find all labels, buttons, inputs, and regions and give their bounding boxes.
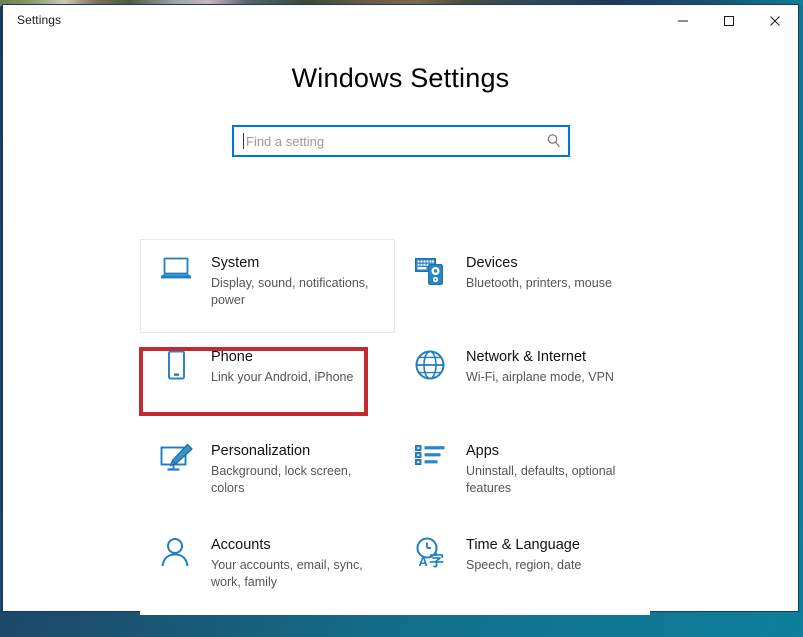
tile-apps[interactable]: Apps Uninstall, defaults, optional featu…	[395, 427, 650, 521]
tile-icon-wrap	[159, 536, 211, 614]
tile-title: System	[211, 255, 260, 271]
tile-description: Background, lock screen, colors	[211, 464, 352, 495]
svg-text:A: A	[419, 554, 429, 569]
tile-icon-wrap: A 字	[414, 536, 466, 614]
tile-text: Personalization Background, lock screen,…	[211, 442, 384, 520]
phone-icon	[168, 350, 185, 380]
close-button[interactable]	[752, 5, 798, 36]
window-caption-buttons	[660, 5, 798, 36]
tile-description: Link your Android, iPhone	[211, 370, 354, 384]
tile-accounts[interactable]: Accounts Your accounts, email, sync, wor…	[140, 521, 395, 615]
tile-text: Time & Language Speech, region, date	[466, 536, 639, 614]
monitor-brush-icon	[160, 443, 193, 471]
tile-text: Accounts Your accounts, email, sync, wor…	[211, 536, 384, 614]
window-title: Settings	[17, 13, 62, 27]
tile-icon-wrap	[159, 348, 211, 426]
globe-icon	[415, 350, 445, 380]
laptop-icon	[161, 257, 191, 279]
tile-network-internet[interactable]: Network & Internet Wi-Fi, airplane mode,…	[395, 333, 650, 427]
tile-description: Uninstall, defaults, optional features	[466, 464, 616, 495]
person-icon	[161, 538, 189, 567]
keyboard-mouse-icon	[415, 258, 443, 285]
tile-phone[interactable]: Phone Link your Android, iPhone	[140, 333, 395, 427]
tile-text: System Display, sound, notifications, po…	[211, 254, 384, 332]
tile-description: Display, sound, notifications, power	[211, 276, 369, 307]
tile-title: Personalization	[211, 443, 311, 459]
maximize-icon	[724, 15, 734, 26]
tile-title: Network & Internet	[466, 349, 587, 365]
minimize-icon	[678, 20, 688, 21]
tile-row: Accounts Your accounts, email, sync, wor…	[140, 521, 660, 615]
clock-language-icon: A 字	[416, 537, 444, 570]
settings-window: Settings Windows Settings Find a setting…	[2, 4, 799, 615]
svg-text:字: 字	[429, 552, 444, 570]
tile-title: Phone	[211, 349, 253, 365]
search-button[interactable]	[540, 133, 568, 149]
search-input[interactable]	[244, 128, 540, 154]
tile-text: Devices Bluetooth, printers, mouse	[466, 254, 639, 332]
tile-icon-wrap	[414, 254, 466, 332]
tile-description: Speech, region, date	[466, 558, 582, 572]
settings-content: Windows Settings Find a setting System D…	[3, 37, 798, 615]
page-title: Windows Settings	[291, 63, 510, 93]
tile-icon-wrap	[159, 442, 211, 520]
tile-description: Bluetooth, printers, mouse	[466, 276, 612, 290]
tile-system[interactable]: System Display, sound, notifications, po…	[140, 239, 395, 333]
tile-text: Network & Internet Wi-Fi, airplane mode,…	[466, 348, 639, 426]
tile-description: Your accounts, email, sync, work, family	[211, 558, 363, 589]
tile-row: Personalization Background, lock screen,…	[140, 427, 660, 521]
tile-row: Phone Link your Android, iPhone Network …	[140, 333, 660, 427]
maximize-button[interactable]	[706, 5, 752, 36]
tile-title: Time & Language	[466, 537, 580, 553]
tile-title: Accounts	[211, 537, 271, 553]
tile-icon-wrap	[159, 254, 211, 332]
search-box[interactable]	[232, 125, 570, 157]
tile-devices[interactable]: Devices Bluetooth, printers, mouse	[395, 239, 650, 333]
tile-icon-wrap	[414, 442, 466, 520]
close-icon	[770, 15, 780, 26]
tile-text: Apps Uninstall, defaults, optional featu…	[466, 442, 639, 520]
tile-text: Phone Link your Android, iPhone	[211, 348, 384, 426]
tile-time-language[interactable]: A 字 Time & Language Speech, region, date	[395, 521, 650, 615]
tile-description: Wi-Fi, airplane mode, VPN	[466, 370, 614, 384]
tile-title: Apps	[466, 443, 500, 459]
search-icon	[547, 134, 560, 148]
settings-tile-grid: System Display, sound, notifications, po…	[140, 239, 660, 615]
tile-icon-wrap	[414, 348, 466, 426]
minimize-button[interactable]	[660, 5, 706, 36]
window-titlebar[interactable]: Settings	[3, 5, 798, 37]
tile-personalization[interactable]: Personalization Background, lock screen,…	[140, 427, 395, 521]
tile-row: System Display, sound, notifications, po…	[140, 239, 660, 333]
app-list-icon	[415, 445, 445, 465]
tile-title: Devices	[466, 255, 518, 271]
